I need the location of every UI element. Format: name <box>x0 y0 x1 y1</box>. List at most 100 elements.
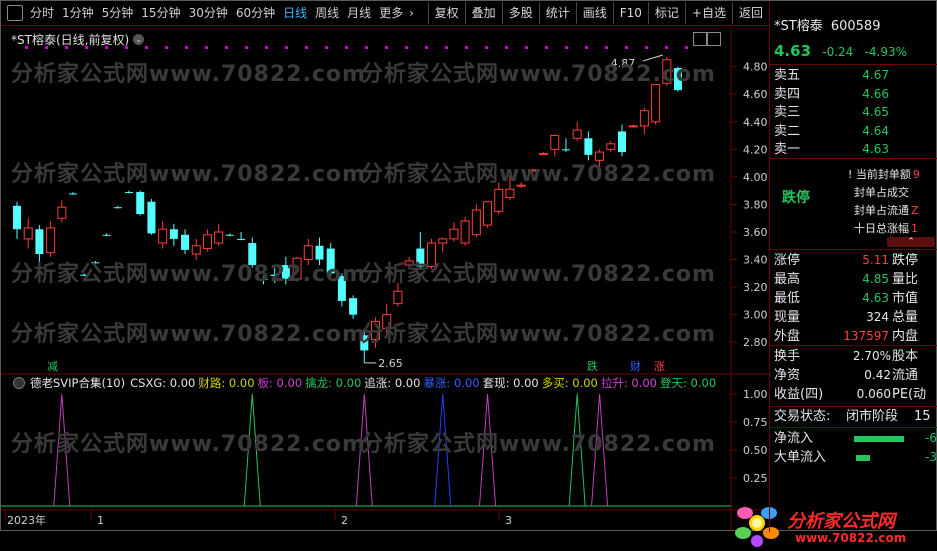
ask-label: 卖三 <box>774 105 801 120</box>
candle-body <box>13 205 21 230</box>
dot-marker <box>485 46 488 49</box>
flow-row: 净流入 -6 <box>770 429 937 448</box>
candle-body <box>169 229 178 239</box>
toolbar-button[interactable]: 统计 <box>538 2 576 24</box>
watermark-text: 分析家公式网www.70822.com <box>361 322 716 347</box>
candle-body <box>136 192 145 215</box>
chevron-down-icon[interactable]: ⌄ <box>133 34 145 45</box>
indicator-value: 多买: 0.00 <box>541 376 598 390</box>
candle-body <box>550 135 560 150</box>
sealed-label: 十日总涨幅 <box>854 222 909 235</box>
fundamental-label: 收益(四) <box>774 387 824 402</box>
menu-icon[interactable] <box>7 5 23 21</box>
tab-period[interactable]: 60分钟 <box>232 1 279 25</box>
low-label: 2.65 <box>378 357 403 370</box>
candle-body <box>69 193 78 195</box>
y-tick-label: 4.80 <box>743 61 768 74</box>
toolbar-button[interactable]: 多股 <box>501 2 539 24</box>
more-arrow-icon[interactable]: › <box>407 1 416 25</box>
ask-row: 卖四 4.66 <box>770 85 937 104</box>
period-toolbar: 分时 1分钟 5分钟 15分钟 30分钟 60分钟 日线 周线 月线 更多 › 复权 叠加 多股 统计 画线… <box>1 1 769 26</box>
dot-marker <box>585 46 588 49</box>
ask-price: 4.64 <box>862 123 889 138</box>
tab-period[interactable]: 1分钟 <box>58 1 98 25</box>
indicator-value: 板: 0.00 <box>257 376 303 390</box>
watermark-text: 分析家公式网www.70822.com <box>11 262 366 287</box>
tab-period[interactable]: 30分钟 <box>185 1 232 25</box>
ask-label: 卖四 <box>774 86 801 102</box>
stat-label-right: 量比 <box>892 272 919 287</box>
tab-period[interactable]: 月线 <box>343 1 375 25</box>
dot-marker <box>365 46 368 49</box>
watermark-text: 分析家公式网www.70822.com <box>11 62 366 87</box>
marker-zhang: 涨 <box>654 360 665 373</box>
dot-marker <box>605 46 608 49</box>
indicator-value: CSXG: 0.00 <box>130 376 196 390</box>
sealed-row: 封单占流通 Z <box>854 202 919 218</box>
kline-chart[interactable]: 4.80 4.60 4.40 4.20 4.00 3.80 3.60 3.40 3.20 3.00… <box>1 26 906 547</box>
candle-body <box>483 201 493 226</box>
tab-period[interactable]: 分时 <box>26 1 58 25</box>
toolbar-button[interactable]: 画线 <box>575 2 613 24</box>
watermark-text: 分析家公式网www.70822.com <box>11 162 366 187</box>
maximize-window-icon[interactable] <box>707 32 721 46</box>
toolbar-button[interactable]: 返回 <box>731 2 769 24</box>
dot-marker <box>505 46 508 49</box>
tab-period[interactable]: 15分钟 <box>137 1 184 25</box>
collapse-button[interactable]: ⌃ <box>887 237 935 247</box>
toolbar-button[interactable]: +自选 <box>684 2 732 24</box>
restore-window-icon[interactable] <box>693 32 707 46</box>
toolbar-buttons: 复权 叠加 多股 统计 画线 F10 标记 +自选 返回 <box>427 1 769 25</box>
toolbar-button[interactable]: 叠加 <box>464 2 502 24</box>
candle-body <box>494 188 504 212</box>
candle-body <box>606 143 616 150</box>
watermark-text: 分析家公式网www.70822.com <box>361 162 716 187</box>
stat-row: 最高 4.85 量比 <box>770 270 937 289</box>
candle-body <box>125 192 134 194</box>
chart-title-text: *ST榕泰(日线,前复权) <box>11 33 130 47</box>
y-tick-label: 3.60 <box>743 226 768 239</box>
indicator-toggle-icon[interactable] <box>13 377 25 389</box>
tab-period[interactable]: 5分钟 <box>98 1 138 25</box>
marker-cai: 财 <box>630 360 641 373</box>
candle-body <box>393 290 403 305</box>
dot-marker <box>305 46 308 49</box>
dot-marker <box>265 46 268 49</box>
stock-code: 600589 <box>830 19 881 34</box>
y-tick-label: 2.80 <box>743 336 768 349</box>
indicator-name[interactable]: 德老SVIP合集(10) <box>30 375 125 391</box>
tab-period[interactable]: 周线 <box>311 1 343 25</box>
toolbar-button[interactable]: F10 <box>612 2 648 24</box>
flow-row: 大单流入 -3 <box>770 448 937 467</box>
stat-value: 4.63 <box>862 291 889 305</box>
fundamental-label: 净资 <box>774 368 801 383</box>
stat-label-right: 市值 <box>892 291 919 306</box>
stat-label: 现量 <box>774 310 801 325</box>
trade-state-row: 交易状态: 闭市阶段 15 <box>770 407 937 426</box>
dot-marker <box>685 46 688 49</box>
watermark-text: 分析家公式网www.70822.com <box>11 432 366 457</box>
fundamental-row: 收益(四) 0.060 PE(动 <box>770 385 937 404</box>
marker-die: 跌 <box>587 360 598 373</box>
dot-marker <box>185 46 188 49</box>
stat-row: 最低 4.63 市值 <box>770 289 937 308</box>
tab-period[interactable]: 日线 <box>279 1 311 25</box>
candle-body <box>639 110 649 127</box>
fundamental-row: 换手 2.70% 股本 <box>770 347 937 366</box>
toolbar-button[interactable]: 标记 <box>647 2 685 24</box>
divider <box>770 249 937 250</box>
trade-state-num: 15 <box>914 409 931 424</box>
toolbar-button[interactable]: 复权 <box>427 2 465 24</box>
candle-body <box>471 209 481 236</box>
dot-marker <box>525 46 528 49</box>
tab-period[interactable]: 更多 <box>375 1 407 25</box>
sealed-label: 封单占流通 <box>854 204 909 217</box>
ask-label: 卖一 <box>774 142 801 157</box>
stock-name: *ST榕泰 <box>774 19 823 34</box>
dot-marker <box>245 46 248 49</box>
candle-body <box>438 238 448 244</box>
dot-marker <box>445 46 448 49</box>
ask-row: 卖二 4.64 <box>770 122 937 141</box>
candle-body <box>202 234 212 250</box>
ask-row: 卖五 4.67 <box>770 66 937 85</box>
